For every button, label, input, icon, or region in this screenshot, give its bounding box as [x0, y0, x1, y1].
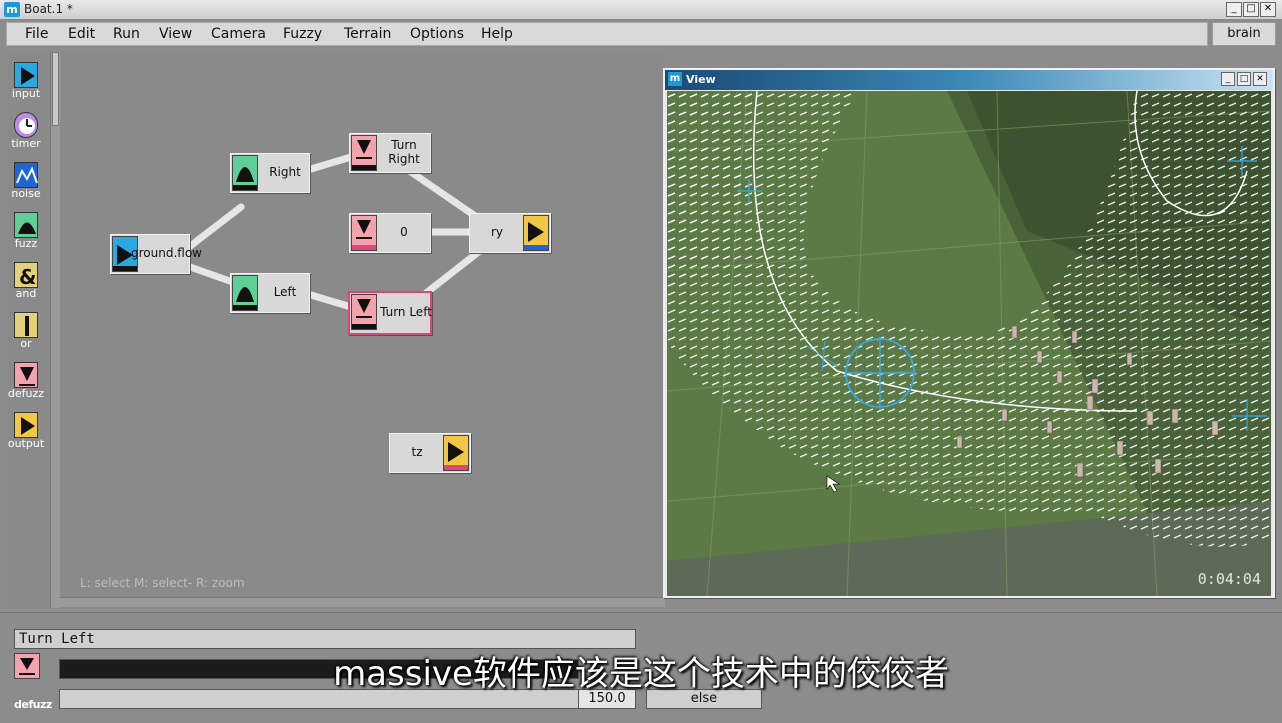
node-label: Right: [269, 165, 301, 179]
palette-or-label: or: [20, 337, 32, 350]
title-bar: m Boat.1 * _ □ ✕: [0, 0, 1282, 20]
palette-output[interactable]: output: [6, 412, 46, 460]
palette-and[interactable]: & and: [6, 262, 46, 310]
output-icon: [523, 215, 549, 251]
brain-button[interactable]: brain: [1212, 22, 1276, 46]
timecode: 0:04:04: [1197, 570, 1261, 588]
menu-bar: File Edit Run View Camera Fuzzy Terrain …: [6, 22, 1208, 46]
view-minimize-button[interactable]: _: [1221, 72, 1235, 86]
menu-run[interactable]: Run: [113, 26, 140, 42]
app-logo-icon: m: [4, 2, 20, 17]
palette-defuzz-label: defuzz: [7, 387, 45, 400]
output-icon: [443, 435, 469, 471]
fuzz-icon: [232, 155, 258, 191]
or-icon: [14, 312, 38, 338]
palette-output-label: output: [7, 437, 45, 450]
palette-noise[interactable]: noise: [6, 162, 46, 210]
terrain-scene: [667, 91, 1271, 596]
view-window: m View _ □ ✕ 0:04:04: [663, 68, 1275, 598]
node-label-line2: Right: [388, 152, 420, 166]
noise-icon: [14, 162, 38, 188]
and-icon: &: [14, 262, 38, 289]
menu-help[interactable]: Help: [481, 26, 513, 42]
window-title: Boat.1 *: [24, 2, 73, 16]
menu-camera[interactable]: Camera: [211, 26, 266, 42]
menu-view[interactable]: View: [159, 26, 192, 42]
node-ground-flow[interactable]: ground.flow: [110, 234, 202, 274]
view-close-button[interactable]: ✕: [1253, 72, 1267, 86]
node-label: 0: [400, 225, 408, 239]
timer-icon: [14, 112, 38, 138]
node-type-label: defuzz: [14, 698, 52, 711]
maximize-button[interactable]: □: [1243, 2, 1259, 17]
menu-options[interactable]: Options: [410, 26, 464, 42]
view-maximize-button[interactable]: □: [1237, 72, 1251, 86]
brain-canvas[interactable]: ground.flow Right Left Turn Right 0 Turn…: [61, 52, 665, 597]
vertical-scrollbar[interactable]: [50, 52, 60, 608]
scroll-thumb[interactable]: [52, 52, 59, 126]
palette-input[interactable]: input: [6, 62, 46, 110]
fuzz-icon: [14, 212, 38, 238]
close-button[interactable]: ✕: [1260, 2, 1276, 17]
defuzz-icon: [351, 135, 377, 171]
defuzz-icon: [351, 215, 377, 251]
output-icon: [14, 412, 38, 438]
node-label: ry: [490, 225, 504, 239]
palette-fuzz-label: fuzz: [14, 237, 38, 250]
video-subtitle: massive软件应该是这个技术中的佼佼者: [333, 654, 949, 694]
defuzz-icon: [351, 294, 377, 330]
horizontal-scrollbar[interactable]: [60, 597, 665, 607]
app-window: m Boat.1 * _ □ ✕ File Edit Run View Came…: [0, 0, 1282, 723]
node-label-line1: Turn: [391, 138, 417, 152]
node-turn-left[interactable]: Turn Left: [348, 291, 432, 335]
view-title-bar: m View _ □ ✕: [665, 70, 1273, 90]
palette-noise-label: noise: [11, 187, 41, 200]
menu-edit[interactable]: Edit: [68, 26, 95, 42]
menu-file[interactable]: File: [25, 26, 48, 42]
node-left[interactable]: Left: [230, 273, 310, 313]
minimize-button[interactable]: _: [1226, 2, 1242, 17]
node-palette: input timer noise fuzz & and or defuzz o…: [6, 52, 46, 608]
node-tz[interactable]: tz: [389, 433, 471, 473]
mouse-hint: L: select M: select- R: zoom: [80, 576, 245, 590]
palette-and-label: and: [15, 287, 37, 300]
node-turn-right[interactable]: Turn Right: [349, 133, 431, 173]
node-right[interactable]: Right: [230, 153, 310, 193]
node-zero[interactable]: 0: [349, 213, 431, 253]
menu-terrain[interactable]: Terrain: [344, 26, 391, 42]
link-turnleft-ry: [417, 246, 485, 301]
node-label: ground.flow: [131, 246, 202, 260]
menu-fuzzy[interactable]: Fuzzy: [283, 26, 322, 42]
defuzz-icon: [14, 362, 38, 388]
3d-viewport[interactable]: 0:04:04: [667, 91, 1271, 596]
input-icon: [14, 62, 38, 88]
node-label: tz: [411, 445, 423, 459]
view-title: View: [686, 73, 716, 86]
palette-timer[interactable]: timer: [6, 112, 46, 160]
fuzz-icon: [232, 275, 258, 311]
svg-text:&: &: [19, 265, 36, 289]
node-label: Turn Left: [380, 305, 432, 319]
palette-or[interactable]: or: [6, 312, 46, 360]
palette-fuzz[interactable]: fuzz: [6, 212, 46, 260]
node-label: Left: [273, 285, 297, 299]
app-logo-icon: m: [668, 72, 682, 86]
palette-defuzz[interactable]: defuzz: [6, 362, 46, 410]
palette-timer-label: timer: [11, 137, 41, 150]
palette-input-label: input: [11, 87, 41, 100]
node-ry[interactable]: ry: [469, 213, 551, 253]
